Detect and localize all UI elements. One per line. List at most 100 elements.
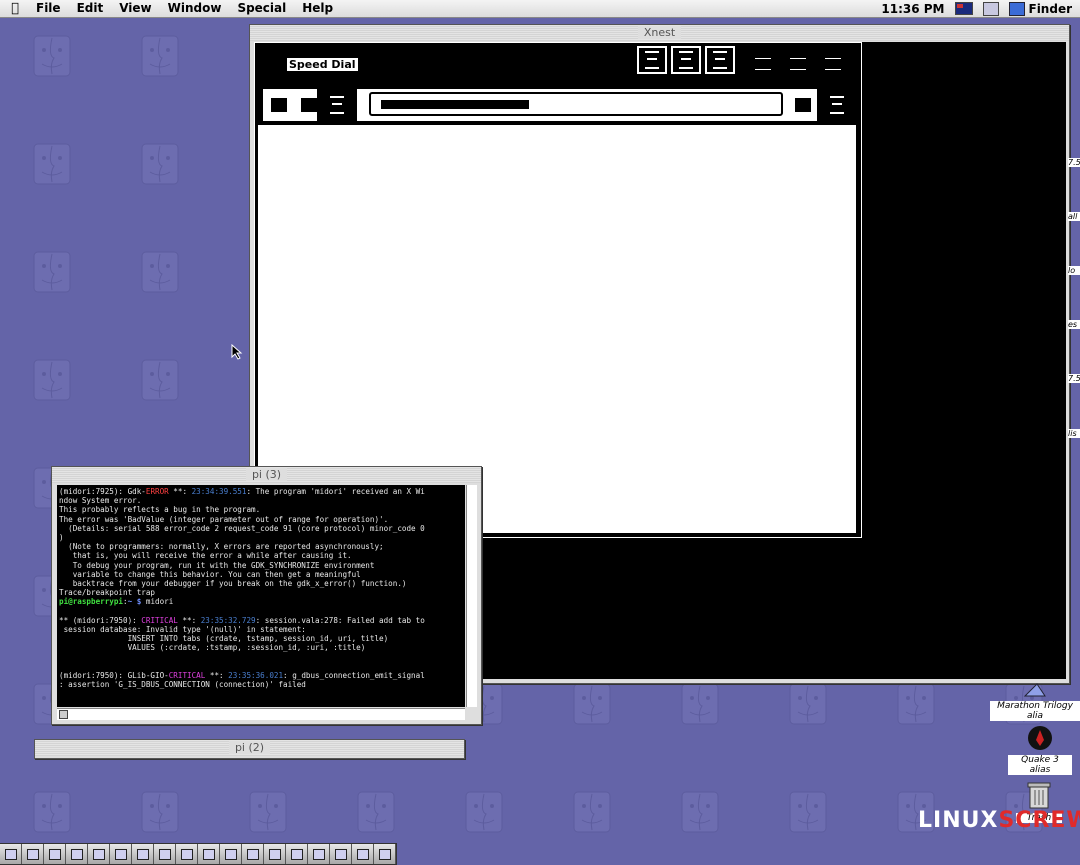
control-strip-module[interactable] <box>88 844 110 864</box>
terminal-line: session database: Invalid type '(null)' … <box>59 625 306 635</box>
menu-window[interactable]: Window <box>162 0 232 17</box>
desktop-pattern-tile <box>132 136 188 192</box>
control-strip-module[interactable] <box>0 844 22 864</box>
menu-bar:  File Edit View Window Special Help 11:… <box>0 0 1080 18</box>
terminal-line: ** (midori:7950): CRITICAL **: 23:35:32.… <box>59 615 425 625</box>
menubar-clock[interactable]: 11:36 PM <box>881 2 944 16</box>
url-input[interactable] <box>369 92 783 116</box>
control-strip-module-icon <box>70 848 83 860</box>
desktop-icon-quake3[interactable]: Quake 3 alias <box>1008 724 1072 775</box>
desktop-icon-label: Quake 3 alias <box>1008 755 1072 775</box>
terminal-scrollbar[interactable] <box>466 485 477 707</box>
control-strip-module[interactable] <box>242 844 264 864</box>
control-strip-module[interactable] <box>308 844 330 864</box>
desktop-icon-marathon[interactable]: Marathon Trilogy alia <box>990 682 1080 721</box>
menu-help[interactable]: Help <box>296 0 343 17</box>
active-app-label: Finder <box>1028 1 1073 16</box>
menu-file[interactable]: File <box>30 0 71 17</box>
desktop-pattern-tile <box>132 244 188 300</box>
control-strip-module[interactable] <box>154 844 176 864</box>
forward-button[interactable] <box>301 98 317 112</box>
desktop-icon-label-partial[interactable]: all <box>1068 212 1080 221</box>
linuxscrew-watermark: LINUXSCREW <box>918 808 1080 833</box>
control-strip-module[interactable] <box>110 844 132 864</box>
terminal-line: (Details: serial 588 error_code 2 reques… <box>59 523 425 533</box>
desktop-icon-label-partial[interactable]: es <box>1068 320 1080 329</box>
control-strip-module-icon <box>26 848 39 860</box>
quake-icon <box>1028 726 1052 750</box>
control-strip-module-icon <box>136 848 149 860</box>
control-strip-module[interactable] <box>132 844 154 864</box>
tab-button-3[interactable] <box>705 46 735 74</box>
desktop-pattern-tile <box>456 784 512 840</box>
midori-browser-window[interactable]: Speed Dial <box>254 42 862 538</box>
keyboard-layout-flag-icon[interactable] <box>954 2 973 15</box>
desktop-icon-label-partial[interactable]: 7.5 <box>1068 158 1080 167</box>
monitor-icon[interactable] <box>982 1 999 16</box>
alias-folder-icon <box>1023 683 1046 697</box>
xnest-titlebar[interactable]: Xnest <box>250 25 1069 41</box>
speed-dial-tab[interactable]: Speed Dial <box>287 58 358 71</box>
navigation-toolbar <box>263 89 857 121</box>
control-strip-module[interactable] <box>330 844 352 864</box>
apple-menu-icon[interactable]:  <box>0 1 30 16</box>
menu-button-2[interactable] <box>790 58 806 70</box>
control-strip-module-icon <box>158 848 171 860</box>
menu-button-1[interactable] <box>755 58 771 70</box>
bookmark-button[interactable] <box>795 98 811 112</box>
control-strip-module[interactable] <box>66 844 88 864</box>
terminal-status-bar <box>57 708 465 720</box>
menu-view[interactable]: View <box>113 0 161 17</box>
control-strip-module[interactable] <box>198 844 220 864</box>
terminal-window-pi2-collapsed[interactable]: pi (2) <box>34 739 465 759</box>
tab-button-2[interactable] <box>671 46 701 74</box>
lock-icon[interactable] <box>59 710 68 719</box>
control-strip-module[interactable] <box>264 844 286 864</box>
desktop-pattern-tile <box>24 244 80 300</box>
desktop-pattern-tile <box>24 352 80 408</box>
finder-icon <box>1008 1 1025 16</box>
terminal-line: The error was 'BadValue (integer paramet… <box>59 514 389 524</box>
desktop-pattern-tile <box>780 784 836 840</box>
desktop-icon-label-partial[interactable]: lis <box>1068 429 1080 438</box>
terminal-line: Trace/breakpoint trap <box>59 588 156 598</box>
desktop-icon-label-partial[interactable]: 7.5 <box>1068 374 1080 383</box>
pi3-titlebar[interactable]: pi (3) <box>52 467 481 483</box>
control-strip-module[interactable] <box>286 844 308 864</box>
control-strip-module-icon <box>4 848 17 860</box>
control-strip-module-icon <box>224 848 237 860</box>
control-strip-module[interactable] <box>352 844 374 864</box>
menu-special[interactable]: Special <box>231 0 296 17</box>
desktop-pattern-tile <box>348 784 404 840</box>
tab-icon <box>713 51 727 69</box>
application-menu[interactable]: Finder <box>1008 1 1073 16</box>
xnest-title: Xnest <box>637 26 682 39</box>
watermark-part1: LINUX <box>918 808 999 833</box>
terminal-line: that is, you will receive the error a wh… <box>59 551 352 561</box>
control-strip-module-icon <box>92 848 105 860</box>
back-button[interactable] <box>271 98 287 112</box>
reload-button[interactable] <box>317 89 357 121</box>
terminal-line: : assertion 'G_IS_DBUS_CONNECTION (conne… <box>59 680 306 690</box>
tab-button-1[interactable] <box>637 46 667 74</box>
pi2-titlebar[interactable]: pi (2) <box>35 740 464 756</box>
control-strip-module-icon <box>180 848 193 860</box>
desktop-icon-label-partial[interactable]: lo <box>1068 266 1080 275</box>
control-strip-module[interactable] <box>22 844 44 864</box>
terminal-window-pi3[interactable]: pi (3) (midori:7925): Gdk-ERROR **: 23:3… <box>51 466 482 725</box>
terminal-line: (midori:7950): GLib-GIO-CRITICAL **: 23:… <box>59 671 425 681</box>
control-strip-module[interactable] <box>44 844 66 864</box>
menu-edit[interactable]: Edit <box>71 0 114 17</box>
desktop-pattern-tile <box>672 784 728 840</box>
control-strip-module[interactable] <box>176 844 198 864</box>
control-strip[interactable] <box>0 843 397 865</box>
control-strip-module[interactable] <box>220 844 242 864</box>
control-strip-module-icon <box>48 848 61 860</box>
control-strip-module-icon <box>202 848 215 860</box>
control-strip-module[interactable] <box>374 844 396 864</box>
menu-button-3[interactable] <box>825 58 841 70</box>
terminal-output[interactable]: (midori:7925): Gdk-ERROR **: 23:34:39.55… <box>57 485 465 707</box>
browser-menu-button[interactable] <box>817 89 857 121</box>
desktop-pattern-tile <box>564 676 620 732</box>
